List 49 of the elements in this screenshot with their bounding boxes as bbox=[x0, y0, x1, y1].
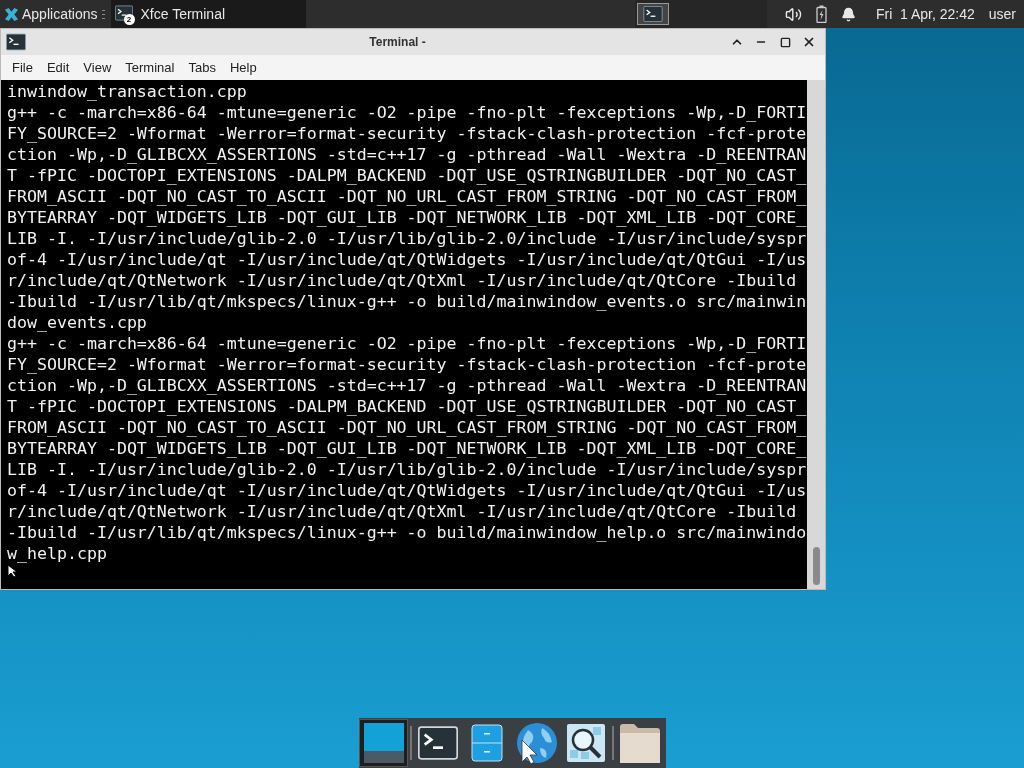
terminal-line: FROM_ASCII -DQT_NO_CAST_TO_ASCII -DQT_NO_URL_CAST_FROM_STRING -DQT_NO_CAST_FROM_ bbox=[7, 417, 807, 438]
terminal-line: dow_events.cpp bbox=[7, 312, 147, 333]
menu-item[interactable]: Terminal bbox=[118, 57, 182, 78]
terminal-icon[interactable] bbox=[114, 5, 133, 21]
terminal-line: FY_SOURCE=2 -Wformat -Werror=format-security -fstack-clash-protection -fcf-prote bbox=[7, 123, 807, 144]
terminal-line: BYTEARRAY -DQT_WIDGETS_LIB -DQT_GUI_LIB -DQT_NETWORK_LIB -DQT_XML_LIB -DQT_CORE_ bbox=[7, 438, 807, 459]
terminal-line: ction -Wp,-D_GLIBCXX_ASSERTIONS -std=c++17 -g -pthread -Wall -Wextra -D_REENTRAN bbox=[7, 375, 807, 396]
terminal-line: r/include/qt/QtNetwork -I/usr/include/qt/QtXml -I/usr/include/qt/QtCore -Ibuild bbox=[7, 270, 797, 291]
terminal-line: LIB -I. -I/usr/include/glib-2.0 -I/usr/lib/glib-2.0/include -I/usr/include/syspr bbox=[7, 459, 807, 480]
taskbar-button[interactable]: 2 Xfce Terminal bbox=[110, 0, 306, 28]
terminal-line: -Ibuild -I/usr/lib/qt/mkspecs/linux-g++ -o build/mainwindow_help.o src/mainwindo bbox=[7, 522, 807, 543]
terminal-icon[interactable] bbox=[417, 726, 458, 760]
menu-item[interactable]: Edit bbox=[39, 57, 77, 78]
terminal-line: w_help.cpp bbox=[7, 543, 107, 564]
terminal-line: g++ -c -march=x86-64 -mtune=generic -O2 -pipe -fno-plt -fexceptions -Wp,-D_FORTI bbox=[7, 333, 807, 354]
terminal-icon[interactable] bbox=[642, 6, 663, 22]
terminal-line: of-4 -I/usr/include/qt -I/usr/include/qt/QtWidgets -I/usr/include/qt/QtGui -I/us bbox=[7, 249, 807, 270]
terminal-line: of-4 -I/usr/include/qt -I/usr/include/qt/QtWidgets -I/usr/include/qt/QtGui -I/us bbox=[7, 480, 807, 501]
terminal-line: g++ -c -march=x86-64 -mtune=generic -O2 -pipe -fno-plt -fexceptions -Wp,-D_FORTI bbox=[7, 102, 807, 123]
user-name[interactable]: user bbox=[988, 3, 1016, 25]
window-title: Terminal - bbox=[368, 34, 427, 51]
terminal-line: T -fPIC -DOCTOPI_EXTENSIONS -DALPM_BACKEND -DQT_USE_QSTRINGBUILDER -DQT_NO_CAST_ bbox=[7, 396, 807, 417]
notifications-icon[interactable] bbox=[840, 6, 856, 22]
terminal-line: BYTEARRAY -DQT_WIDGETS_LIB -DQT_GUI_LIB -DQT_NETWORK_LIB -DQT_XML_LIB -DQT_CORE_ bbox=[7, 207, 807, 228]
maximize-icon bbox=[779, 36, 791, 48]
workspace-switcher[interactable] bbox=[634, 0, 767, 28]
terminal-line: FROM_ASCII -DQT_NO_CAST_TO_ASCII -DQT_NO_URL_CAST_FROM_STRING -DQT_NO_CAST_FROM_ bbox=[7, 186, 807, 207]
file-cabinet-icon[interactable] bbox=[471, 724, 504, 762]
terminal-line: inwindow_transaction.cpp bbox=[7, 81, 247, 102]
mouse-pointer-icon bbox=[7, 564, 19, 578]
terminal-icon[interactable] bbox=[6, 33, 26, 51]
menu-item[interactable]: Tabs bbox=[181, 57, 223, 78]
terminal-line: -Ibuild -I/usr/lib/qt/mkspecs/linux-g++ -o build/mainwindow_events.o src/mainwin bbox=[7, 291, 807, 312]
terminal-line: FY_SOURCE=2 -Wformat -Werror=format-security -fstack-clash-protection -fcf-prote bbox=[7, 354, 807, 375]
window-count-badge: 2 bbox=[123, 14, 135, 25]
volume-icon[interactable] bbox=[784, 5, 802, 23]
terminal-line: T -fPIC -DOCTOPI_EXTENSIONS -DALPM_BACKEND -DQT_USE_QSTRINGBUILDER -DQT_NO_CAST_ bbox=[7, 165, 807, 186]
xfce-logo-icon bbox=[4, 6, 19, 22]
clock[interactable]: Fri 1 Apr, 22:42 bbox=[875, 3, 975, 25]
terminal-line: LIB -I. -I/usr/include/glib-2.0 -I/usr/lib/glib-2.0/include -I/usr/include/syspr bbox=[7, 228, 807, 249]
menu-item[interactable]: File bbox=[5, 57, 40, 78]
scrollbar[interactable] bbox=[807, 80, 825, 589]
terminal-line: r/include/qt/QtNetwork -I/usr/include/qt/QtXml -I/usr/include/qt/QtCore -Ibuild bbox=[7, 501, 797, 522]
close-icon bbox=[802, 35, 816, 49]
battery-charging-icon[interactable] bbox=[815, 5, 827, 23]
menu-item[interactable]: View bbox=[76, 57, 119, 78]
terminal-line: ction -Wp,-D_GLIBCXX_ASSERTIONS -std=c++17 -g -pthread -Wall -Wextra -D_REENTRAN bbox=[7, 144, 807, 165]
applications-menu-button[interactable]: Applications bbox=[0, 0, 102, 28]
menu-item[interactable]: Help bbox=[222, 57, 264, 78]
